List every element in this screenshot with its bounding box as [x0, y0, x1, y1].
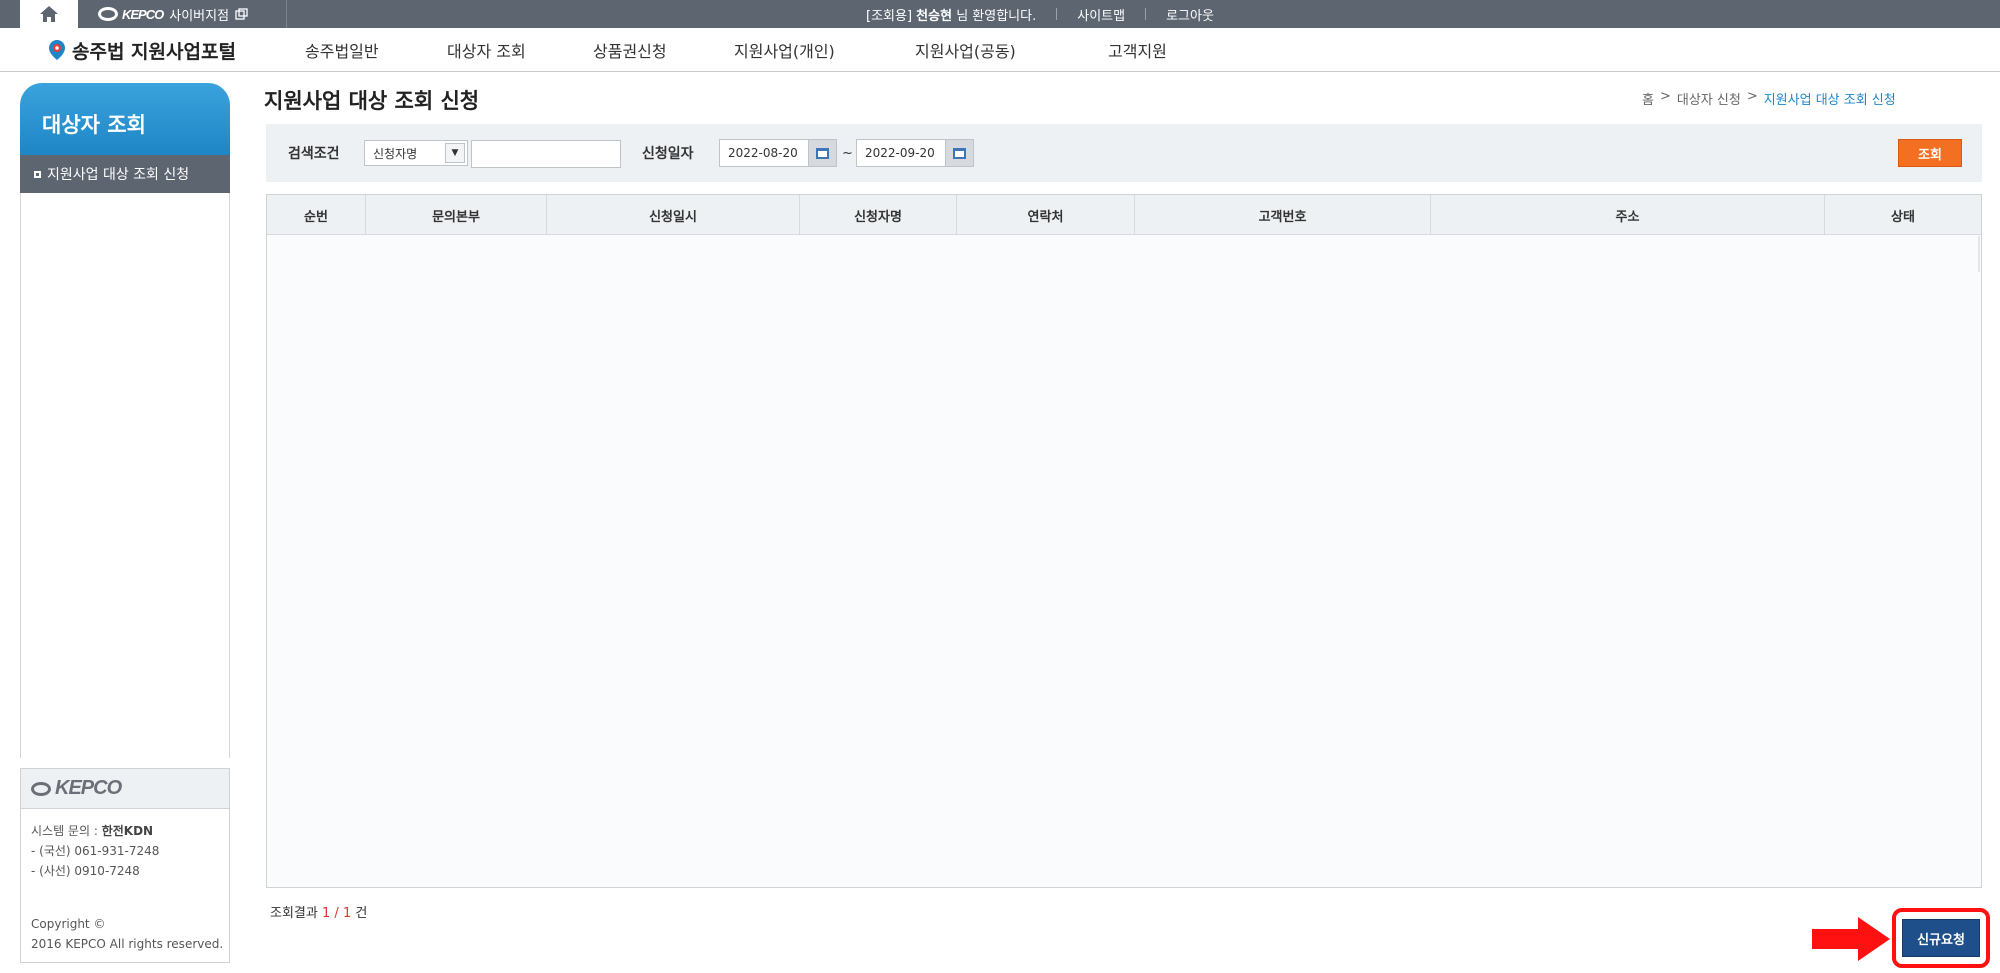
nav-item-general[interactable]: 송주법일반 — [305, 28, 379, 72]
external-link-icon — [235, 8, 248, 20]
column-header-applicant[interactable]: 신청자명 — [800, 195, 957, 235]
condition-select[interactable]: 신청자명 ▼ — [364, 140, 468, 166]
inquiry-label: 시스템 문의 : — [31, 824, 98, 838]
cyber-branch-label: 사이버지점 — [169, 8, 230, 24]
main-nav: 송주법 지원사업포털 송주법일반 대상자 조회 상품권신청 지원사업(개인) 지… — [0, 28, 2000, 72]
result-total: 1 — [342, 906, 352, 921]
infobox-header: KEPCO — [21, 769, 229, 809]
breadcrumb-sep: > — [1746, 89, 1758, 104]
divider — [286, 0, 287, 28]
result-count: 조회결과 1 / 1 건 — [270, 902, 367, 921]
sidebar-title: 대상자 조회 — [20, 83, 230, 155]
system-info-box: KEPCO 시스템 문의 : 한전KDN - (국선) 061-931-7248… — [20, 768, 230, 963]
phone-line-2: - (사선) 0910-7248 — [31, 864, 140, 878]
calendar-icon — [953, 147, 966, 159]
nav-item-customer-support[interactable]: 고객지원 — [1108, 28, 1167, 72]
user-name: 천승현 — [916, 8, 953, 24]
result-unit: 건 — [355, 906, 368, 921]
sidebar-item-target-inquiry[interactable]: 지원사업 대상 조회 신청 — [20, 155, 230, 193]
new-request-button[interactable]: 신규요청 — [1902, 919, 1980, 957]
query-button[interactable]: 조회 — [1898, 139, 1962, 167]
brand-title: 송주법 지원사업포털 — [72, 40, 236, 63]
calendar-icon — [816, 147, 829, 159]
home-icon — [40, 6, 58, 22]
brand-link[interactable]: 송주법 지원사업포털 — [48, 28, 236, 72]
column-header-branch[interactable]: 문의본부 — [366, 195, 547, 235]
condition-label: 검색조건 — [288, 146, 340, 162]
date-from-value: 2022-08-20 — [728, 146, 798, 160]
nav-item-support-joint[interactable]: 지원사업(공동) — [915, 28, 1016, 72]
date-to-calendar-button[interactable] — [945, 140, 973, 166]
welcome-prefix: [조회용] — [866, 8, 913, 24]
page-title: 지원사업 대상 조회 신청 — [264, 89, 480, 113]
kepco-logo: KEPCO — [31, 777, 122, 800]
copyright-line-1: Copyright © — [31, 917, 106, 931]
column-header-status[interactable]: 상태 — [1825, 195, 1981, 235]
grid-scrollbar[interactable] — [1978, 236, 1980, 272]
sidebar: 대상자 조회 지원사업 대상 조회 신청 — [20, 83, 230, 193]
breadcrumb-current: 지원사업 대상 조회 신청 — [1763, 93, 1896, 108]
column-header-datetime[interactable]: 신청일시 — [547, 195, 800, 235]
copyright-line-2: 2016 KEPCO All rights reserved. — [31, 937, 224, 951]
chevron-down-icon[interactable]: ▼ — [445, 143, 465, 163]
divider — [1145, 8, 1147, 20]
date-label: 신청일자 — [642, 146, 694, 162]
column-header-contact[interactable]: 연락처 — [957, 195, 1135, 235]
result-label: 조회결과 — [270, 906, 318, 921]
nav-item-voucher[interactable]: 상품권신청 — [593, 28, 667, 72]
top-bar: KEPCO 사이버지점 [조회용] 천승현 님 환영합니다. 사이트맵 로그아웃 — [0, 0, 2000, 28]
infobox-contact: 시스템 문의 : 한전KDN - (국선) 061-931-7248 - (사선… — [21, 809, 229, 893]
result-slash: / — [334, 906, 339, 921]
phone-line-1: - (국선) 061-931-7248 — [31, 844, 160, 858]
date-to-field[interactable]: 2022-09-20 — [856, 139, 974, 167]
keyword-input[interactable] — [471, 140, 621, 168]
highlight-frame: 신규요청 — [1892, 908, 1990, 968]
date-from-calendar-button[interactable] — [808, 140, 836, 166]
breadcrumb: 홈 > 대상자 신청 > 지원사업 대상 조회 신청 — [1642, 89, 1896, 108]
home-button[interactable] — [20, 0, 78, 28]
bullet-icon — [34, 170, 41, 178]
breadcrumb-home[interactable]: 홈 — [1642, 89, 1654, 108]
user-menu: [조회용] 천승현 님 환영합니다. 사이트맵 로그아웃 — [866, 0, 1214, 28]
cyber-branch-link[interactable]: KEPCO 사이버지점 — [98, 0, 248, 28]
date-to-value: 2022-09-20 — [865, 146, 935, 160]
map-pin-icon — [49, 40, 65, 60]
copyright: Copyright © 2016 KEPCO All rights reserv… — [31, 914, 223, 954]
result-current: 1 — [321, 906, 331, 921]
kepco-logo: KEPCO — [98, 7, 164, 22]
divider — [1056, 8, 1058, 20]
range-tilde: ~ — [842, 145, 853, 161]
arrow-right-icon — [1812, 917, 1890, 961]
logout-link[interactable]: 로그아웃 — [1166, 5, 1214, 24]
breadcrumb-sep: > — [1659, 89, 1671, 104]
date-from-field[interactable]: 2022-08-20 — [719, 139, 837, 167]
welcome-suffix: 님 환영합니다. — [956, 8, 1037, 24]
inquiry-org: 한전KDN — [101, 824, 154, 838]
sitemap-link[interactable]: 사이트맵 — [1077, 5, 1125, 24]
search-panel: 검색조건 신청자명 ▼ 신청일자 2022-08-20 ~ 2022-09-20… — [266, 124, 1982, 182]
column-header-customer-no[interactable]: 고객번호 — [1135, 195, 1431, 235]
breadcrumb-target[interactable]: 대상자 신청 — [1677, 89, 1741, 108]
condition-value: 신청자명 — [373, 146, 418, 161]
result-grid: 순번 문의본부 신청일시 신청자명 연락처 고객번호 주소 상태 — [266, 194, 1982, 888]
sidebar-item-label: 지원사업 대상 조회 신청 — [47, 167, 190, 183]
nav-item-support-individual[interactable]: 지원사업(개인) — [734, 28, 835, 72]
grid-header: 순번 문의본부 신청일시 신청자명 연락처 고객번호 주소 상태 — [267, 195, 1981, 235]
sidebar-frame — [20, 193, 230, 758]
column-header-seq[interactable]: 순번 — [267, 195, 366, 235]
nav-item-target-search[interactable]: 대상자 조회 — [447, 28, 526, 72]
column-header-address[interactable]: 주소 — [1431, 195, 1825, 235]
